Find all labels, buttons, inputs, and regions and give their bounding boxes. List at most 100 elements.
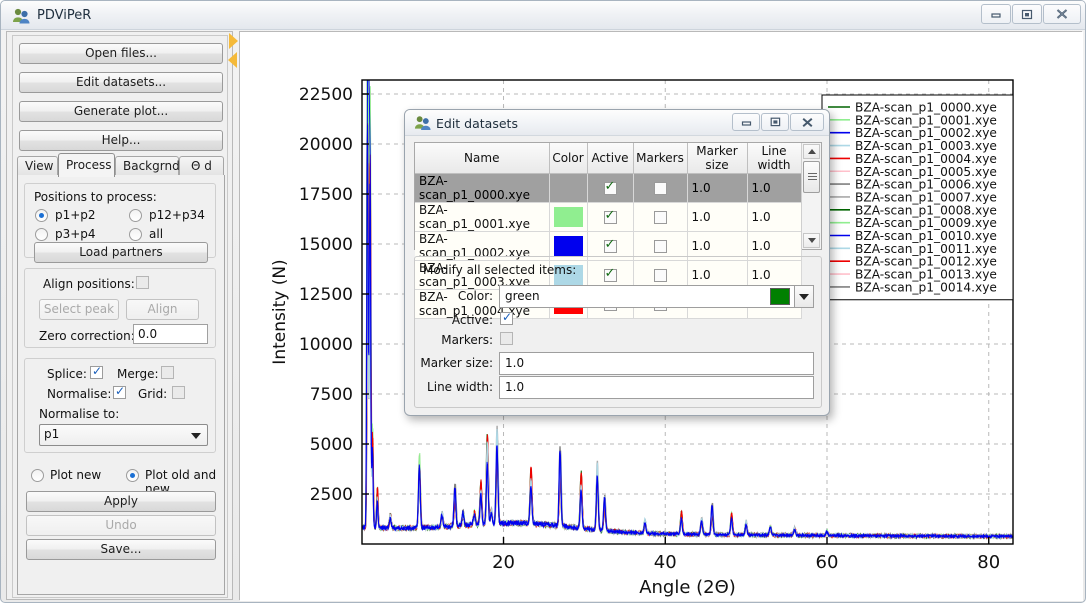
- positions-label: Positions to process:: [34, 190, 157, 204]
- modify-selected-group: Modify all selected items: Color: green …: [414, 256, 822, 408]
- tab-theta-d-q[interactable]: Θ d Q: [179, 156, 224, 192]
- cell-marker-size[interactable]: 1.0: [687, 202, 748, 232]
- active-label: Active:: [451, 313, 493, 327]
- cell-line-width[interactable]: 1.0: [747, 202, 802, 232]
- splice-checkbox[interactable]: [90, 364, 103, 379]
- sidebar-panel: Open files... Edit datasets... Generate …: [6, 31, 233, 600]
- col-active[interactable]: Active: [587, 143, 634, 174]
- normalise-to-select[interactable]: p1: [39, 424, 208, 446]
- table-row[interactable]: BZA-scan_p1_0000.xye 1.01.0: [415, 173, 802, 203]
- scroll-down-icon[interactable]: [803, 233, 820, 248]
- col-name[interactable]: Name: [415, 143, 550, 174]
- tick-label-y: 20000: [299, 135, 353, 155]
- radio-p12p34[interactable]: [129, 209, 142, 222]
- radio-p3p4-label: p3+p4: [55, 227, 96, 241]
- active-checkbox[interactable]: [603, 179, 617, 195]
- people-icon: [13, 8, 30, 24]
- tick-label-y: 17500: [299, 185, 353, 205]
- marker-size-input[interactable]: 1.0: [499, 352, 814, 375]
- markers-checkbox[interactable]: [500, 332, 513, 345]
- scrollbar-thumb[interactable]: [803, 161, 820, 193]
- load-partners-button[interactable]: Load partners: [34, 242, 208, 263]
- radio-p3p4[interactable]: [35, 228, 48, 241]
- normalise-label: Normalise:: [47, 387, 112, 401]
- tick-label-x: 60: [816, 552, 839, 573]
- cell-markers[interactable]: [633, 173, 688, 203]
- col-line-width[interactable]: Line width: [747, 143, 802, 174]
- normalise-checkbox[interactable]: [113, 384, 126, 399]
- plot-new-label: Plot new: [50, 468, 102, 482]
- datasets-table-container[interactable]: Name Color Active Markers Marker size Li…: [414, 142, 822, 319]
- select-peak-button[interactable]: Select peak: [39, 299, 119, 320]
- open-files-button[interactable]: Open files...: [19, 43, 223, 64]
- close-button[interactable]: [1043, 4, 1081, 24]
- positions-group: Positions to process: p1+p2 p12+p34 p3+p…: [24, 183, 216, 263]
- grid-label: Grid:: [138, 387, 168, 401]
- cell-markers[interactable]: [633, 202, 688, 232]
- plot-top-mask: [240, 32, 1083, 80]
- active-checkbox[interactable]: [500, 310, 513, 325]
- tab-bar: View Process Backgrnd Θ d Q: [17, 153, 229, 192]
- cell-active[interactable]: [587, 173, 634, 203]
- cell-active[interactable]: [587, 202, 634, 232]
- active-checkbox[interactable]: [603, 237, 617, 253]
- dialog-minimize-button[interactable]: [732, 113, 760, 131]
- table-scrollbar[interactable]: [801, 143, 821, 249]
- zero-correction-input[interactable]: 0.0: [133, 324, 208, 344]
- color-dropdown-button[interactable]: [794, 285, 814, 308]
- radio-plot-new[interactable]: [31, 469, 44, 482]
- modify-title: Modify all selected items:: [423, 263, 577, 277]
- markers-checkbox[interactable]: [653, 182, 667, 195]
- cell-marker-size[interactable]: 1.0: [687, 173, 748, 203]
- people-icon: [414, 116, 431, 131]
- tab-backgrnd[interactable]: Backgrnd: [115, 156, 180, 176]
- col-marker-size[interactable]: Marker size: [687, 143, 748, 174]
- window-title: PDViPeR: [37, 8, 92, 23]
- markers-checkbox[interactable]: [653, 211, 667, 224]
- line-width-label: Line width:: [427, 380, 493, 394]
- undo-button[interactable]: Undo: [26, 515, 216, 536]
- minimize-button[interactable]: [981, 4, 1011, 24]
- generate-plot-button[interactable]: Generate plot...: [19, 101, 223, 122]
- merge-checkbox[interactable]: [161, 366, 174, 379]
- tick-label-x: 80: [977, 552, 1000, 573]
- align-positions-label: Align positions:: [43, 277, 135, 291]
- cell-color[interactable]: [549, 173, 588, 203]
- active-checkbox[interactable]: [603, 208, 617, 224]
- col-markers[interactable]: Markers: [633, 143, 688, 174]
- collapse-left-arrow-icon[interactable]: [228, 52, 237, 68]
- radio-all[interactable]: [129, 228, 142, 241]
- dialog-controls: [731, 113, 824, 131]
- window-titlebar: PDViPeR: [1, 1, 1085, 30]
- color-input[interactable]: green: [499, 285, 814, 308]
- edit-datasets-button[interactable]: Edit datasets...: [19, 72, 223, 93]
- save-button[interactable]: Save...: [26, 539, 216, 560]
- apply-button[interactable]: Apply: [26, 491, 216, 512]
- align-button[interactable]: Align: [126, 299, 199, 320]
- dialog-maximize-button[interactable]: [761, 113, 789, 131]
- table-row[interactable]: BZA-scan_p1_0001.xye 1.01.0: [415, 202, 802, 232]
- marker-size-label: Marker size:: [420, 356, 493, 370]
- tick-label-y: 22500: [299, 85, 353, 105]
- align-positions-checkbox[interactable]: [136, 276, 149, 289]
- line-width-input[interactable]: 1.0: [499, 376, 814, 399]
- tick-label-y: 2500: [310, 485, 353, 505]
- expand-right-arrow-icon[interactable]: [229, 33, 238, 49]
- tab-process[interactable]: Process: [58, 153, 115, 177]
- tick-label-x: 40: [654, 552, 677, 573]
- dialog-close-button[interactable]: [790, 113, 824, 131]
- help-button[interactable]: Help...: [19, 130, 223, 151]
- radio-plot-old-and-new[interactable]: [126, 469, 139, 482]
- maximize-button[interactable]: [1012, 4, 1042, 24]
- grid-checkbox[interactable]: [172, 386, 185, 399]
- cell-color[interactable]: [549, 202, 588, 232]
- cell-line-width[interactable]: 1.0: [747, 173, 802, 203]
- markers-label: Markers:: [441, 333, 493, 347]
- dialog-titlebar: Edit datasets: [405, 110, 829, 136]
- markers-checkbox[interactable]: [653, 240, 667, 253]
- radio-p1p2[interactable]: [35, 209, 48, 222]
- cell-name: BZA-scan_p1_0000.xye: [415, 173, 550, 203]
- scroll-up-icon[interactable]: [803, 144, 820, 159]
- col-color[interactable]: Color: [549, 143, 588, 174]
- tab-view[interactable]: View: [17, 156, 58, 176]
